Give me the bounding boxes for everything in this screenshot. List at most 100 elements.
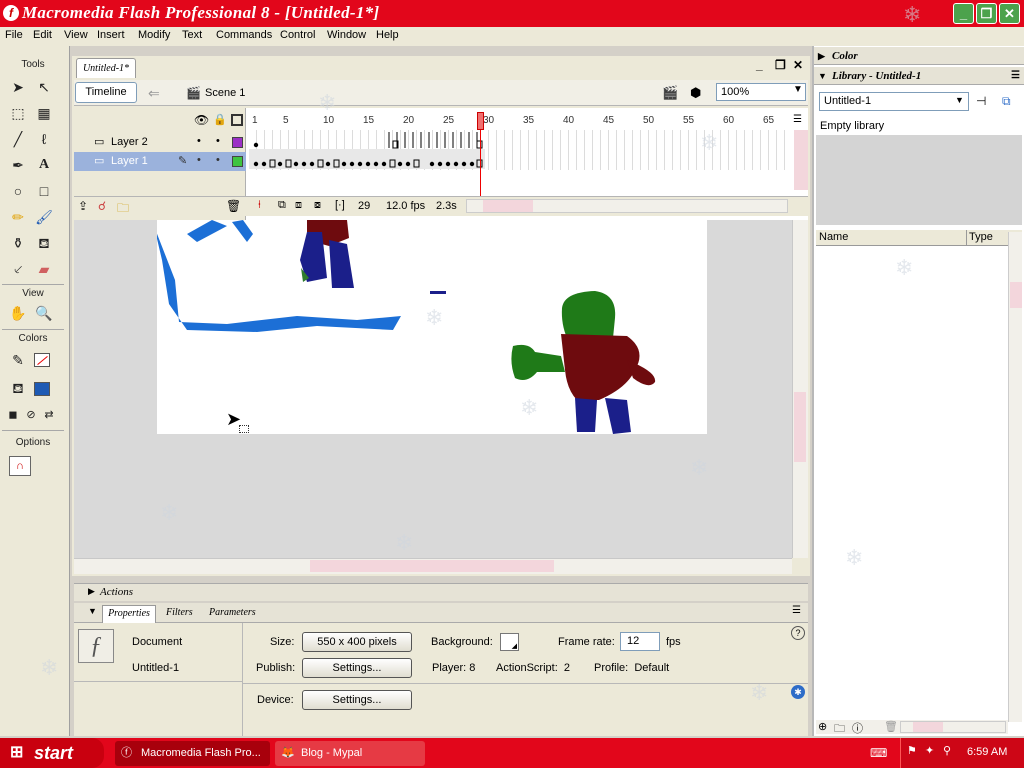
layer-row-2[interactable]: ▭ Layer 2 • •	[74, 133, 246, 152]
close-button[interactable]: ✕	[999, 3, 1020, 24]
keyboard-icon[interactable]: ⌨	[870, 746, 887, 760]
color-panel-title[interactable]: Color	[832, 50, 858, 62]
menu-file[interactable]: File	[5, 29, 23, 41]
free-transform-tool-icon[interactable]: ⬚	[9, 104, 27, 122]
selection-tool-icon[interactable]: ➤	[9, 78, 27, 96]
line-tool-icon[interactable]: ╱	[9, 130, 27, 148]
stroke-color-swatch[interactable]	[34, 353, 50, 367]
expand-arrow-icon[interactable]: ▶	[88, 586, 95, 597]
panel-menu-icon[interactable]: ☰	[792, 605, 801, 616]
modify-onion-markers-icon[interactable]: [·]	[335, 199, 345, 211]
frames-grid[interactable]	[249, 130, 791, 170]
library-hscroll[interactable]	[900, 721, 1006, 733]
start-button[interactable]: ⊞ start	[0, 738, 104, 768]
delete-layer-icon[interactable]: 🗑	[226, 199, 241, 213]
restore-button[interactable]: ❐	[976, 3, 997, 24]
paint-bucket-tool-icon[interactable]: ⛾	[35, 234, 53, 252]
eyedropper-tool-icon[interactable]: ⸔	[9, 260, 27, 278]
library-select[interactable]: Untitled-1	[819, 92, 969, 111]
doc-close-icon[interactable]: ✕	[793, 58, 803, 72]
color-panel-header[interactable]: ▶ Color	[814, 47, 1024, 65]
menu-text[interactable]: Text	[182, 29, 202, 41]
black-white-icon[interactable]: ◼	[4, 406, 22, 424]
hand-tool-icon[interactable]: ✋	[9, 304, 27, 322]
panel-menu-icon[interactable]: ☰	[1011, 67, 1020, 85]
ink-bottle-tool-icon[interactable]: ⚱	[9, 234, 27, 252]
brush-tool-icon[interactable]: 🖌	[35, 208, 53, 226]
tray-icon[interactable]: ⚲	[943, 744, 951, 757]
library-title[interactable]: Library - Untitled-1	[832, 70, 921, 82]
task-label[interactable]: Blog - Mypal	[301, 747, 362, 759]
pen-tool-icon[interactable]: ✒	[9, 156, 27, 174]
insert-folder-icon[interactable]: 🗀	[117, 199, 129, 220]
menu-modify[interactable]: Modify	[138, 29, 170, 41]
timeline-toggle-button[interactable]: Timeline	[75, 82, 137, 103]
collapse-arrow-icon[interactable]: ▼	[818, 67, 827, 85]
actions-title[interactable]: Actions	[100, 586, 133, 598]
layer-name[interactable]: Layer 2	[111, 136, 148, 148]
lock-dot[interactable]: •	[216, 154, 220, 166]
menu-help[interactable]: Help	[376, 29, 399, 41]
edit-multiple-frames-icon[interactable]: ⧇	[314, 199, 321, 212]
fill-color-icon[interactable]: ⛾	[9, 379, 27, 397]
start-label[interactable]: start	[34, 743, 73, 763]
subselection-tool-icon[interactable]: ↖	[35, 78, 53, 96]
background-color-swatch[interactable]: ◢	[500, 633, 519, 651]
collapse-arrow-icon[interactable]: ▼	[88, 606, 97, 616]
playhead[interactable]	[477, 112, 484, 196]
menu-edit[interactable]: Edit	[33, 29, 52, 41]
layer-name[interactable]: Layer 1	[111, 155, 148, 167]
eraser-tool-icon[interactable]: ▰	[35, 260, 53, 278]
tray-icon[interactable]: ✦	[925, 744, 934, 757]
library-vscroll[interactable]	[1008, 232, 1022, 722]
expand-arrow-icon[interactable]: ▶	[818, 47, 825, 65]
add-motion-guide-icon[interactable]: ☌	[98, 199, 106, 213]
swap-colors-icon[interactable]: ⇄	[40, 406, 58, 424]
type-column-header[interactable]: Type	[969, 231, 993, 243]
name-column-header[interactable]: Name	[819, 231, 848, 243]
pin-library-icon[interactable]: ⊣	[976, 94, 986, 108]
menu-commands[interactable]: Commands	[216, 29, 272, 41]
snap-to-objects-icon[interactable]: ∩	[9, 456, 31, 476]
menu-control[interactable]: Control	[280, 29, 315, 41]
outline-icon[interactable]	[231, 114, 243, 126]
menu-window[interactable]: Window	[327, 29, 366, 41]
frame-rate-input[interactable]: 12	[620, 632, 660, 651]
rectangle-tool-icon[interactable]: □	[35, 182, 53, 200]
onion-outlines-icon[interactable]: ⧈	[295, 199, 302, 212]
edit-scene-icon[interactable]: 🎬	[662, 85, 678, 101]
lasso-tool-icon[interactable]: ℓ	[35, 130, 53, 148]
document-tab[interactable]: Untitled-1*	[76, 58, 136, 78]
menu-insert[interactable]: Insert	[97, 29, 125, 41]
accessibility-icon[interactable]: ✱	[791, 685, 805, 699]
onion-skin-icon[interactable]: ⧉	[278, 199, 286, 212]
doc-restore-icon[interactable]: ❐	[775, 58, 786, 72]
oval-tool-icon[interactable]: ○	[9, 182, 27, 200]
task-label[interactable]: Macromedia Flash Pro...	[141, 747, 261, 759]
timeline-menu-icon[interactable]: ☰	[793, 114, 802, 125]
timeline-hscroll[interactable]	[466, 199, 788, 213]
stage-canvas[interactable]	[157, 220, 707, 434]
visibility-dot[interactable]: •	[197, 135, 201, 147]
gradient-transform-tool-icon[interactable]: ▦	[35, 104, 53, 122]
new-symbol-icon[interactable]: ⊕	[818, 720, 827, 733]
timeline-vscroll[interactable]	[794, 130, 808, 190]
device-settings-button[interactable]: Settings...	[302, 690, 412, 710]
visibility-dot[interactable]: •	[197, 154, 201, 166]
layer-outline-color[interactable]	[232, 156, 243, 167]
stage-hscroll[interactable]	[74, 558, 792, 574]
zoom-tool-icon[interactable]: 🔍	[35, 304, 53, 322]
stroke-color-icon[interactable]: ✎	[9, 351, 27, 369]
minimize-button[interactable]: _	[953, 3, 974, 24]
tab-properties[interactable]: Properties	[102, 605, 156, 623]
menu-view[interactable]: View	[64, 29, 88, 41]
size-button[interactable]: 550 x 400 pixels	[302, 632, 412, 652]
stage-vscroll[interactable]	[792, 220, 808, 558]
help-icon[interactable]: ?	[791, 626, 805, 640]
tray-icon[interactable]: ⚑	[907, 744, 917, 757]
tab-parameters[interactable]: Parameters	[209, 607, 256, 618]
pencil-tool-icon[interactable]: ✏	[9, 208, 27, 226]
actions-panel-header[interactable]: ▶ Actions	[74, 583, 808, 601]
fill-color-swatch[interactable]	[34, 382, 50, 396]
show-hide-eye-icon[interactable]: 👁	[194, 113, 209, 127]
